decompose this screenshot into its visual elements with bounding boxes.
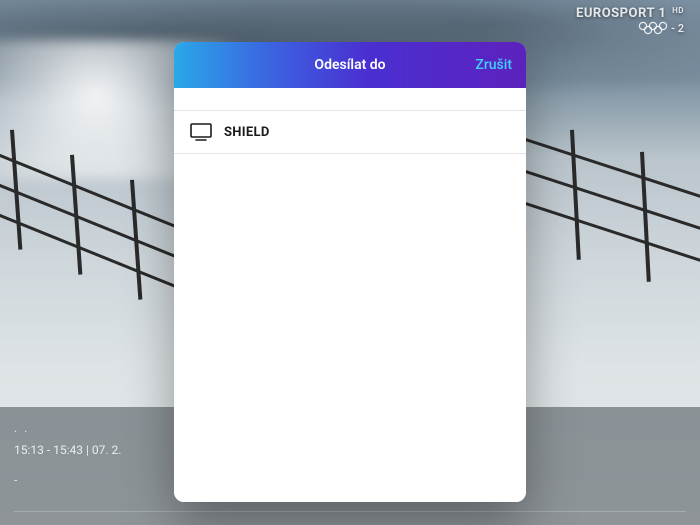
- video-background: EUROSPORT 1 HD - 2 . . 15:13 -: [0, 0, 700, 525]
- cast-device-row[interactable]: SHIELD: [174, 110, 526, 154]
- cast-device-label: SHIELD: [224, 125, 270, 140]
- modal-title: Odesílat do: [314, 57, 385, 73]
- tv-icon: [190, 123, 212, 141]
- cancel-button[interactable]: Zrušit: [475, 42, 512, 88]
- modal-spacer: [174, 88, 526, 110]
- modal-body: [174, 154, 526, 502]
- cast-modal: Odesílat do Zrušit SHIELD: [174, 42, 526, 502]
- modal-header: Odesílat do Zrušit: [174, 42, 526, 88]
